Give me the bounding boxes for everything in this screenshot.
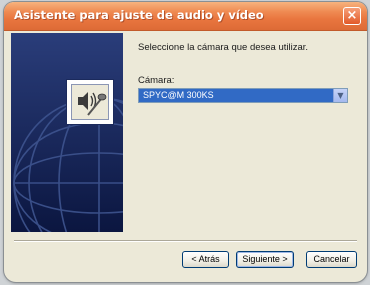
close-icon: × <box>346 8 358 23</box>
speaker-microphone-icon <box>78 92 107 116</box>
camera-select-value: SPYC@M 300KS <box>143 90 214 100</box>
button-separator <box>14 240 357 242</box>
window-title: Asistente para ajuste de audio y vídeo <box>14 8 264 22</box>
wizard-window: Asistente para ajuste de audio y vídeo × <box>4 2 367 282</box>
side-panel <box>11 33 123 232</box>
instruction-text: Seleccione la cámara que desea utilizar. <box>138 42 309 53</box>
close-button[interactable]: × <box>343 7 361 25</box>
icon-inner <box>71 84 109 120</box>
next-button[interactable]: Siguiente > <box>236 251 294 268</box>
camera-select[interactable]: SPYC@M 300KS ▼ <box>138 88 348 103</box>
chevron-down-icon: ▼ <box>337 91 344 100</box>
cancel-button[interactable]: Cancelar <box>306 251 357 268</box>
dropdown-button[interactable]: ▼ <box>333 89 347 102</box>
globe-graphic <box>11 33 123 232</box>
back-button[interactable]: < Atrás <box>182 251 229 268</box>
icon-frame <box>66 79 114 125</box>
camera-label: Cámara: <box>138 75 175 86</box>
title-bar[interactable]: Asistente para ajuste de audio y vídeo × <box>4 2 367 31</box>
